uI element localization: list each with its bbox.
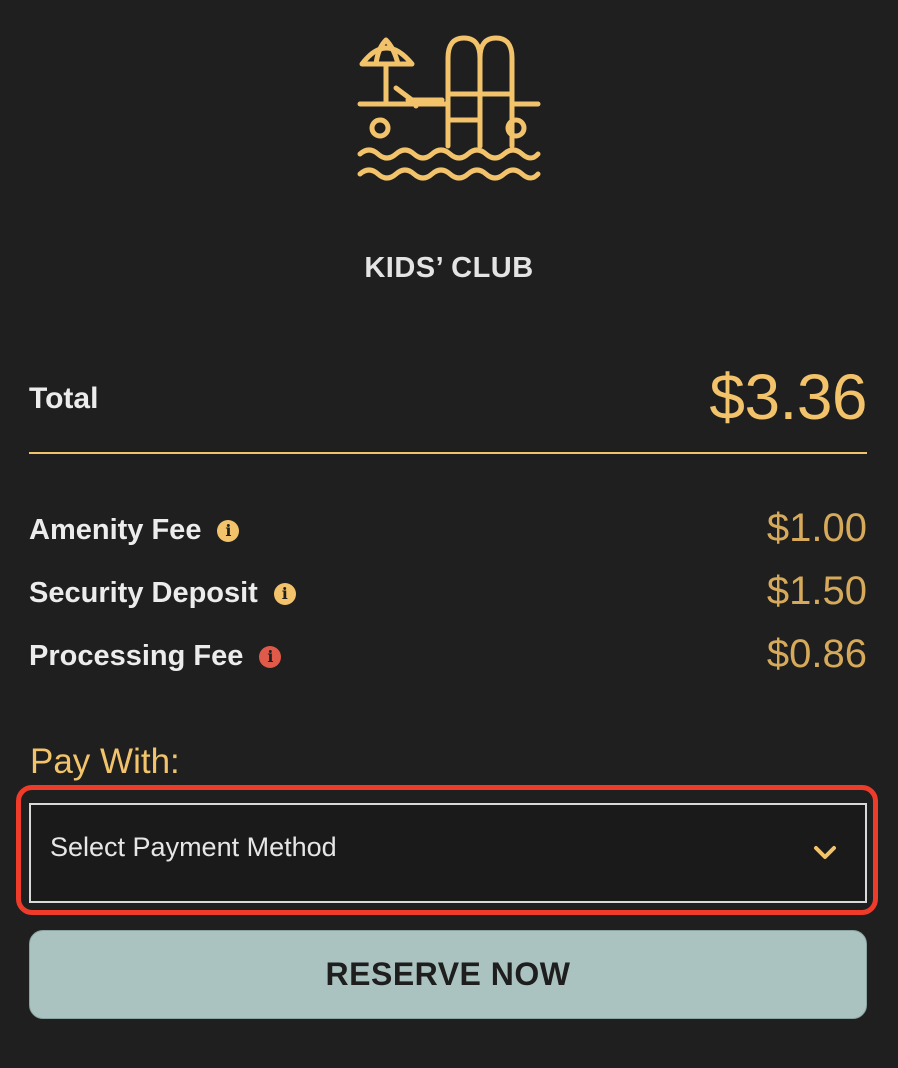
info-icon[interactable]: i xyxy=(273,582,296,605)
chevron-down-icon xyxy=(814,846,836,859)
fee-value: $1.50 xyxy=(766,569,867,613)
amenity-title: KIDS’ CLUB xyxy=(364,252,534,284)
info-icon[interactable]: i xyxy=(217,519,240,542)
pay-with-label: Pay With: xyxy=(30,742,180,781)
fee-label: Security Deposit xyxy=(29,577,258,609)
fee-label-wrap: Amenity Fee i xyxy=(29,514,240,547)
total-divider xyxy=(29,452,867,454)
fee-label-wrap: Security Deposit i xyxy=(29,577,296,610)
fee-label-wrap: Processing Fee i xyxy=(29,640,282,673)
reserve-now-button[interactable]: RESERVE NOW xyxy=(29,930,867,1019)
info-icon[interactable]: i xyxy=(259,645,282,668)
total-label: Total xyxy=(29,382,99,415)
fee-row-processing: Processing Fee i $0.86 xyxy=(29,632,867,682)
fee-value: $1.00 xyxy=(766,506,867,550)
fee-label: Processing Fee xyxy=(29,640,244,672)
fee-value: $0.86 xyxy=(766,632,867,676)
fee-label: Amenity Fee xyxy=(29,514,202,546)
fee-row-security-deposit: Security Deposit i $1.50 xyxy=(29,569,867,619)
total-row: Total $3.36 xyxy=(29,360,867,440)
payment-method-placeholder: Select Payment Method xyxy=(50,832,337,862)
payment-method-select[interactable]: Select Payment Method xyxy=(29,803,867,903)
fee-row-amenity: Amenity Fee i $1.00 xyxy=(29,506,867,556)
pool-icon xyxy=(357,35,541,181)
total-value: $3.36 xyxy=(709,361,867,433)
